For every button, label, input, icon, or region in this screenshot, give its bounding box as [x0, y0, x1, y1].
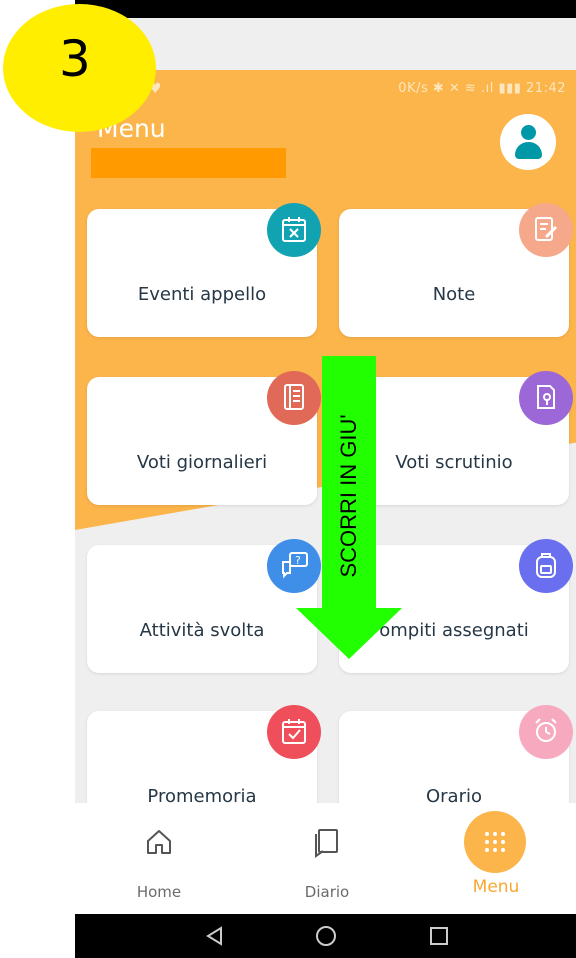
card-label: Attività svolta — [139, 620, 265, 641]
card-label: Voti giornalieri — [136, 452, 268, 473]
grid-dots-icon — [464, 811, 526, 873]
nav-menu-label: Menu — [472, 877, 520, 897]
note-edit-icon — [519, 203, 573, 257]
nav-home-label: Home — [136, 883, 182, 901]
scroll-down-arrow: SCORRI IN GIU' — [296, 356, 402, 659]
phone-screen: ♥ 0K/s ✱ ✕ ≋ .ıl ▮▮▮ 21:42 Menu Eventi a… — [75, 0, 576, 958]
system-navigation-bar — [75, 914, 576, 958]
top-black-bar — [75, 0, 576, 18]
nav-menu[interactable]: Menu — [436, 803, 556, 914]
report-icon — [519, 371, 573, 425]
avatar-head — [521, 125, 536, 140]
card-label: Note — [432, 284, 476, 305]
redacted-name — [91, 148, 286, 178]
bottom-navigation: Home Diario Menu — [75, 803, 576, 914]
calendar-x-icon — [267, 203, 321, 257]
card-note[interactable]: Note — [339, 203, 573, 337]
card-voti-giornalieri[interactable]: Voti giornalieri — [87, 371, 321, 505]
backpack-icon — [519, 539, 573, 593]
recents-icon[interactable] — [429, 926, 449, 946]
diary-icon — [315, 829, 338, 858]
profile-avatar[interactable] — [500, 114, 556, 170]
step-number: 3 — [59, 30, 91, 88]
home-circle-icon[interactable] — [315, 925, 337, 947]
card-attivita-svolta[interactable]: ? Attività svolta — [87, 539, 321, 673]
alarm-clock-icon — [519, 705, 573, 759]
nav-home[interactable]: Home — [99, 803, 219, 914]
arrow-label: SCORRI IN GIU' — [336, 414, 361, 577]
nav-diario[interactable]: Diario — [267, 803, 387, 914]
home-icon — [147, 830, 171, 854]
step-number-badge: 3 — [3, 4, 156, 132]
avatar-body — [515, 142, 542, 159]
back-icon[interactable] — [205, 926, 225, 946]
calendar-check-icon — [267, 705, 321, 759]
status-indicators: 0K/s ✱ ✕ ≋ .ıl ▮▮▮ 21:42 — [398, 81, 566, 96]
nav-diario-label: Diario — [304, 883, 350, 901]
card-eventi-appello[interactable]: Eventi appello — [87, 203, 321, 337]
card-label: Eventi appello — [137, 284, 267, 305]
